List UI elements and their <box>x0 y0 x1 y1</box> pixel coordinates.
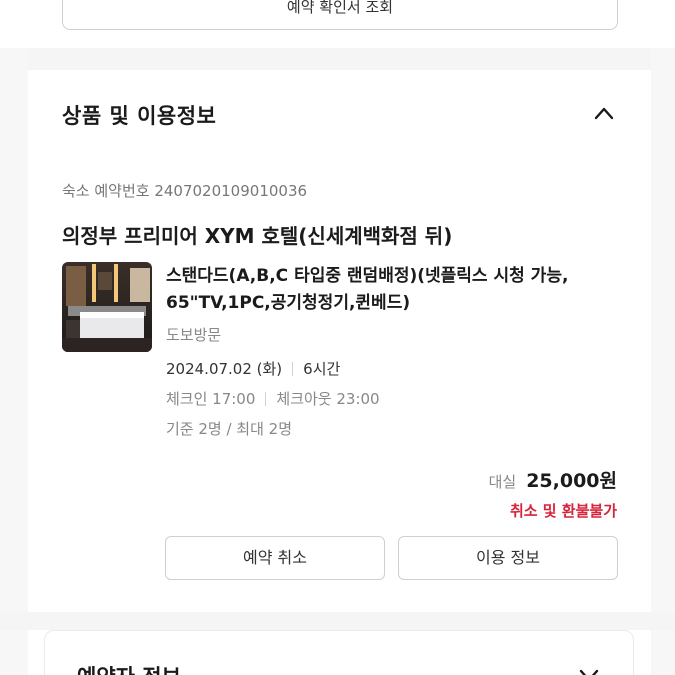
stay-date-line: 2024.07.02 (화) 6시간 <box>166 358 340 379</box>
left-gutter <box>0 48 28 675</box>
chevron-down-icon[interactable] <box>579 669 599 675</box>
checkin-time: 체크인 17:00 <box>166 390 256 408</box>
booking-number: 숙소 예약번호 2407020109010036 <box>62 182 308 200</box>
right-gutter <box>651 48 675 675</box>
capacity: 기준 2명 / 최대 2명 <box>166 420 293 438</box>
stay-duration: 6시간 <box>303 360 341 378</box>
room-photo-icon <box>62 262 152 352</box>
hotel-name[interactable]: 의정부 프리미어 XYM 호텔(신세계백화점 뒤) <box>62 220 452 249</box>
room-thumbnail[interactable] <box>62 262 152 352</box>
checkout-time: 체크아웃 23:00 <box>276 390 380 408</box>
visit-type: 도보방문 <box>166 326 222 344</box>
product-info-card: 상품 및 이용정보 숙소 예약번호 2407020109010036 의정부 프… <box>28 70 651 612</box>
refund-policy: 취소 및 환불불가 <box>509 502 617 520</box>
room-name: 스탠다드(A,B,C 타입중 랜덤배정)(넷플릭스 시청 가능, 65"TV,1… <box>166 266 569 313</box>
page: 예약 확인서 조회 상품 및 이용정보 숙소 예약번호 240702010901… <box>0 0 675 675</box>
price-row: 대실 25,000원 <box>489 466 617 493</box>
price-value: 25,000원 <box>526 470 617 492</box>
section-separator <box>0 612 675 630</box>
section-title: 예약자 정보 <box>77 661 181 675</box>
price-label: 대실 <box>488 473 517 491</box>
chevron-up-icon[interactable] <box>594 106 614 120</box>
booker-info-card: 예약자 정보 <box>44 630 634 675</box>
cancel-booking-button[interactable]: 예약 취소 <box>165 536 385 580</box>
check-time-line: 체크인 17:00 체크아웃 23:00 <box>166 388 380 409</box>
usage-info-button[interactable]: 이용 정보 <box>398 536 618 580</box>
divider <box>265 391 267 406</box>
view-booking-confirmation-button[interactable]: 예약 확인서 조회 <box>62 0 618 30</box>
section-title: 상품 및 이용정보 <box>62 104 217 128</box>
stay-date: 2024.07.02 (화) <box>166 360 283 378</box>
divider <box>292 361 294 376</box>
section-separator <box>0 48 675 70</box>
